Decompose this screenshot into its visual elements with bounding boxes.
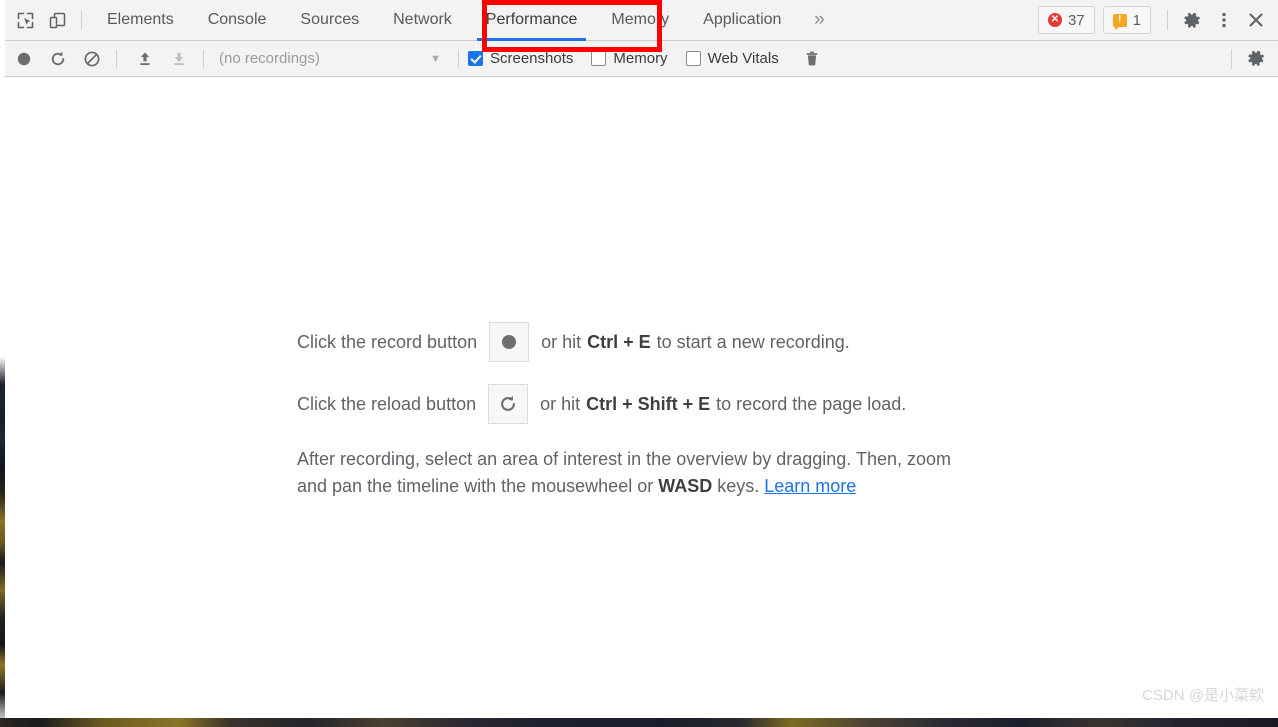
load-profile-button[interactable] (130, 46, 160, 72)
reload-icon (49, 50, 67, 68)
hint-part-2: keys. (712, 476, 765, 497)
inline-record-button[interactable] (489, 322, 530, 362)
close-icon (1246, 10, 1266, 30)
perfbar-divider-2 (203, 49, 204, 68)
reload-icon (498, 394, 518, 414)
kebab-menu-icon (1215, 11, 1233, 29)
tab-elements[interactable]: Elements (90, 0, 191, 41)
devtools-close-button[interactable] (1240, 4, 1272, 36)
tab-network-label: Network (393, 11, 452, 28)
device-toolbar-button[interactable] (41, 5, 73, 35)
tab-sources-label: Sources (300, 11, 360, 28)
tab-console-label: Console (207, 11, 267, 28)
device-toolbar-icon (48, 11, 67, 30)
web-vitals-checkbox-box (685, 51, 701, 66)
record-instruction-after: to start a new recording. (656, 331, 850, 352)
tabbar-right-divider (1167, 10, 1168, 30)
record-instruction-row: Click the record button or hit Ctrl + E … (297, 322, 997, 362)
memory-checkbox[interactable]: Memory (591, 50, 668, 67)
upload-profile-icon (136, 50, 154, 68)
devtools-settings-button[interactable] (1176, 4, 1208, 36)
screenshots-checkbox-box (468, 51, 483, 66)
more-tabs-button[interactable]: » (798, 0, 840, 41)
clear-recording-button[interactable] (77, 46, 107, 72)
perfbar-divider-3 (458, 49, 459, 68)
landing-instructions: Click the record button or hit Ctrl + E … (297, 322, 997, 501)
perfbar-right-divider (1231, 48, 1232, 69)
reload-instruction-row: Click the reload button or hit Ctrl + Sh… (297, 384, 997, 424)
devtools-tabbar: Elements Console Sources Network Perform… (5, 0, 1278, 41)
gear-icon (1247, 49, 1266, 68)
reload-instruction-middle: or hit (540, 393, 581, 414)
performance-settings-button[interactable] (1240, 43, 1272, 75)
tab-sources[interactable]: Sources (283, 0, 376, 41)
record-button[interactable] (9, 46, 39, 72)
memory-checkbox-label: Memory (613, 50, 668, 67)
web-vitals-checkbox-label: Web Vitals (707, 50, 779, 67)
inline-reload-button[interactable] (488, 384, 529, 424)
tab-application-label: Application (703, 11, 782, 28)
tab-memory[interactable]: Memory (594, 0, 686, 41)
error-count-label: 37 (1067, 11, 1085, 29)
performance-toolbar: (no recordings) ▼ Screenshots Memory Web… (5, 41, 1278, 77)
trash-icon (803, 50, 821, 68)
devtools-more-options-button[interactable] (1208, 4, 1240, 36)
inspect-element-button[interactable] (9, 5, 41, 35)
collect-garbage-button[interactable] (797, 46, 827, 72)
warning-count-badge[interactable]: ! 1 (1102, 6, 1151, 34)
record-instruction-middle: or hit (541, 331, 582, 352)
clear-no-entry-icon (83, 50, 101, 68)
reload-shortcut-label: Ctrl + Shift + E (586, 393, 711, 414)
devtools-tab-list: Elements Console Sources Network Perform… (90, 0, 798, 41)
learn-more-link[interactable]: Learn more (764, 476, 856, 496)
perfbar-right-controls (1223, 43, 1278, 75)
tab-performance[interactable]: Performance (469, 0, 595, 41)
record-circle-icon (15, 50, 33, 68)
tab-performance-label: Performance (485, 11, 578, 28)
download-profile-icon (170, 50, 188, 68)
memory-checkbox-box (591, 51, 607, 66)
hint-emphasis-wasd: WASD (658, 476, 713, 497)
tab-memory-label: Memory (611, 11, 670, 28)
tabbar-divider (81, 11, 82, 29)
recordings-dropdown-value: (no recordings) (219, 50, 320, 67)
record-shortcut-label: Ctrl + E (587, 331, 651, 352)
tab-elements-label: Elements (107, 11, 174, 28)
gear-icon (1183, 11, 1202, 30)
screenshot-root: Elements Console Sources Network Perform… (0, 0, 1278, 727)
error-count-badge[interactable]: ✕ 37 (1037, 6, 1095, 34)
record-circle-icon (499, 332, 519, 352)
chevron-down-icon: ▼ (430, 52, 441, 65)
reload-instruction-after: to record the page load. (716, 393, 907, 414)
web-vitals-checkbox[interactable]: Web Vitals (685, 50, 779, 67)
tab-network[interactable]: Network (376, 0, 469, 41)
csdn-watermark: CSDN @是小菜欸 (1142, 687, 1264, 704)
performance-landing-panel: Click the record button or hit Ctrl + E … (5, 77, 1278, 718)
tabbar-right-controls: ✕ 37 ! 1 (1037, 0, 1278, 41)
screenshots-checkbox-label: Screenshots (490, 50, 574, 67)
warning-bubble-icon: ! (1112, 13, 1127, 30)
record-instruction-before: Click the record button (297, 331, 478, 352)
inspect-element-icon (16, 11, 35, 30)
devtools-window: Elements Console Sources Network Perform… (5, 0, 1278, 718)
tab-console[interactable]: Console (191, 0, 284, 41)
page-content-bottom-strip (0, 718, 1278, 727)
chevron-double-right-icon: » (814, 9, 825, 30)
screenshots-checkbox[interactable]: Screenshots (468, 50, 573, 67)
save-profile-button[interactable] (164, 46, 194, 72)
timeline-hint-paragraph: After recording, select an area of inter… (297, 446, 977, 501)
reload-instruction-before: Click the reload button (297, 393, 477, 414)
tab-application[interactable]: Application (686, 0, 798, 41)
error-circle-icon: ✕ (1047, 13, 1062, 27)
reload-and-record-button[interactable] (43, 46, 73, 72)
recordings-dropdown[interactable]: (no recordings) ▼ (213, 46, 449, 72)
warning-count-label: 1 (1132, 11, 1141, 29)
perfbar-divider-1 (116, 49, 117, 68)
